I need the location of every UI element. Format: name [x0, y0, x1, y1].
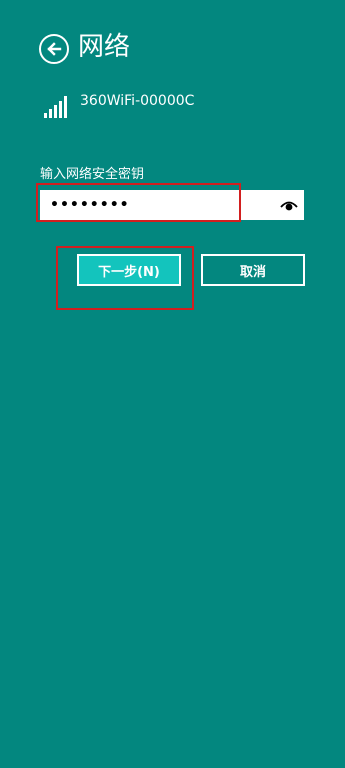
- next-button[interactable]: 下一步(N): [77, 254, 181, 286]
- arrow-left-circle-icon: [45, 40, 63, 58]
- cancel-button[interactable]: 取消: [201, 254, 305, 286]
- password-field: [40, 190, 304, 220]
- back-button[interactable]: [39, 34, 69, 64]
- wifi-signal-bars-icon: [44, 94, 67, 118]
- eye-reveal-icon: [280, 196, 298, 215]
- page-title: 网络: [78, 32, 131, 62]
- password-input[interactable]: [40, 190, 274, 220]
- password-field-label: 输入网络安全密钥: [40, 167, 145, 182]
- network-ssid: 360WiFi-00000C: [80, 93, 195, 109]
- network-info: [44, 92, 67, 118]
- reveal-password-button[interactable]: [274, 190, 304, 220]
